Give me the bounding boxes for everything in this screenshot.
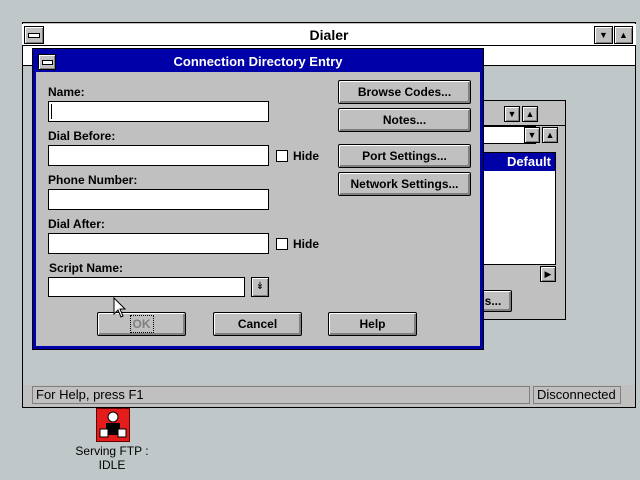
port-settings-label: Port Settings... <box>362 149 447 163</box>
cancel-button[interactable]: Cancel <box>213 312 302 336</box>
dialer-title: Dialer <box>22 24 636 46</box>
phone-number-field[interactable] <box>48 189 269 210</box>
cancel-label: Cancel <box>237 317 278 331</box>
help-button[interactable]: Help <box>328 312 417 336</box>
dial-after-hide-label: Hide <box>293 237 320 251</box>
dial-before-hide-label: Hide <box>293 149 320 163</box>
script-name-label: Script Name: <box>49 261 124 275</box>
dial-before-field[interactable] <box>48 145 269 166</box>
minimize-icon[interactable]: ▼ <box>594 26 613 44</box>
dial-after-field[interactable] <box>48 233 269 254</box>
ftp-icon-label: Serving FTP : IDLE <box>60 444 164 472</box>
mouse-pointer-icon <box>113 297 127 318</box>
ftp-label-line2: IDLE <box>98 458 126 472</box>
maximize-icon[interactable]: ▲ <box>614 26 633 44</box>
ftp-server-icon[interactable] <box>96 408 130 442</box>
ftp-label-line1: Serving FTP : <box>75 444 149 458</box>
inner-maximize-icon[interactable]: ▲ <box>522 106 538 122</box>
script-name-combo[interactable] <box>48 277 245 297</box>
browse-codes-button[interactable]: Browse Codes... <box>338 80 471 104</box>
dial-after-label: Dial After: <box>48 217 105 231</box>
help-label: Help <box>359 317 386 331</box>
script-dropdown-icon[interactable]: ↡ <box>251 277 269 297</box>
scroll-right-icon[interactable]: ▶ <box>540 266 556 282</box>
inner-partial-button-label: s... <box>484 294 502 308</box>
name-field[interactable] <box>48 101 269 122</box>
dial-before-hide-checkbox[interactable] <box>276 150 288 162</box>
phone-number-label: Phone Number: <box>48 173 138 187</box>
inner-minimize-icon[interactable]: ▼ <box>504 106 520 122</box>
network-settings-label: Network Settings... <box>350 177 459 191</box>
ok-button[interactable]: OK <box>97 312 186 336</box>
inner-combo-up-icon[interactable]: ▲ <box>542 127 558 143</box>
inner-combo-down-icon[interactable]: ▼ <box>524 127 540 143</box>
inner-list[interactable] <box>476 152 556 282</box>
inner-list-selected-item[interactable]: Default <box>477 153 555 171</box>
network-settings-button[interactable]: Network Settings... <box>338 172 471 196</box>
dialer-system-menu-icon[interactable] <box>24 26 44 44</box>
notes-label: Notes... <box>382 113 427 127</box>
status-help-text: For Help, press F1 <box>32 386 530 404</box>
name-label: Name: <box>48 85 85 99</box>
dialog-title: Connection Directory Entry <box>36 52 480 72</box>
ok-label: OK <box>129 315 154 333</box>
browse-codes-label: Browse Codes... <box>357 85 452 99</box>
port-settings-button[interactable]: Port Settings... <box>338 144 471 168</box>
notes-button[interactable]: Notes... <box>338 108 471 132</box>
dial-after-hide-checkbox[interactable] <box>276 238 288 250</box>
dial-before-label: Dial Before: <box>48 129 116 143</box>
dialog-system-menu-icon[interactable] <box>38 54 56 70</box>
text-cursor <box>51 104 52 119</box>
status-connection: Disconnected <box>533 386 621 404</box>
ftp-person-icon <box>99 411 127 438</box>
